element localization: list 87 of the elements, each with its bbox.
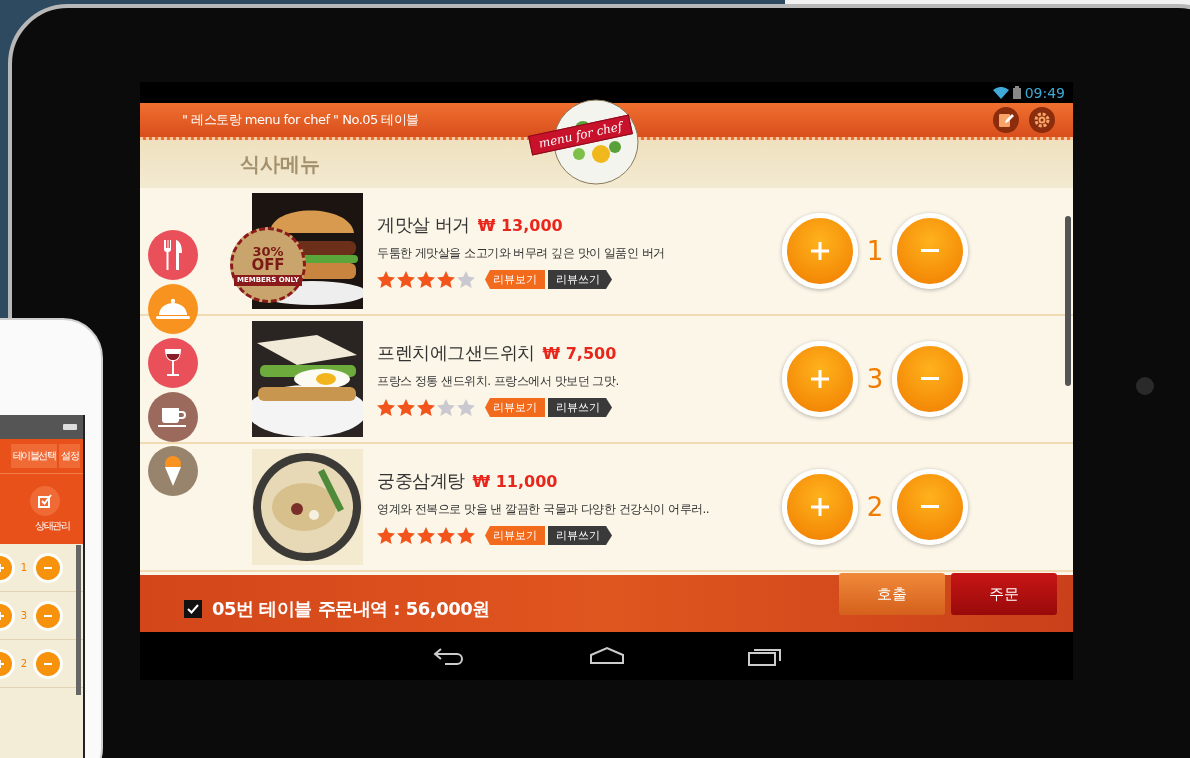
call-button[interactable]: 호출 <box>839 573 945 615</box>
camera-icon <box>1136 377 1154 395</box>
view-reviews-button[interactable]: 리뷰보기 <box>485 398 545 417</box>
write-review-button[interactable]: 리뷰쓰기 <box>548 270 612 289</box>
ice-cream-icon <box>163 456 183 486</box>
plus-icon <box>811 370 829 388</box>
star-icon <box>437 271 455 288</box>
phone-section-label: 상태관리 <box>35 518 69 533</box>
star-icon <box>457 271 475 288</box>
plus-icon <box>811 498 829 516</box>
header-title: " 레스토랑 menu for chef " No.05 테이블 <box>182 111 419 129</box>
minus-button[interactable] <box>33 600 63 631</box>
star-icon <box>397 399 415 416</box>
battery-icon <box>1012 86 1021 99</box>
minus-button[interactable] <box>892 213 968 289</box>
wine-glass-icon <box>164 348 182 378</box>
star-icon <box>417 527 435 544</box>
item-description: 두툼한 게맛살을 소고기와 버무려 깊은 맛이 일품인 버거 <box>377 245 666 262</box>
item-price: ₩ 13,000 <box>477 216 563 235</box>
edit-button[interactable] <box>993 107 1019 133</box>
quantity: 3 <box>865 364 885 394</box>
checkbox[interactable] <box>184 599 202 618</box>
battery-icon <box>63 424 77 430</box>
checkbox-icon <box>38 493 52 508</box>
settings-icon <box>1033 111 1051 129</box>
item-description: 영계와 전복으로 맛을 낸 깔끔한 국물과 다양한 건강식이 어루러.. <box>377 501 711 518</box>
item-price: ₩ 7,500 <box>542 344 617 363</box>
badge-text: OFF <box>251 257 285 273</box>
star-icon <box>397 527 415 544</box>
quantity: 1 <box>865 236 885 266</box>
scrollbar[interactable] <box>76 545 81 695</box>
order-summary: 05번 테이블 주문내역 : 56,000원 <box>212 596 490 621</box>
settings-button[interactable] <box>1029 107 1055 133</box>
section-title: 식사메뉴 <box>240 150 320 178</box>
plus-button[interactable] <box>782 469 858 545</box>
home-icon[interactable] <box>589 646 625 664</box>
write-review-button[interactable]: 리뷰쓰기 <box>548 398 612 417</box>
write-review-button[interactable]: 리뷰쓰기 <box>548 526 612 545</box>
plus-button[interactable] <box>782 213 858 289</box>
phone-tab[interactable]: 설정 <box>59 444 80 468</box>
star-icon <box>417 399 435 416</box>
minus-icon <box>921 249 939 253</box>
cloche-icon <box>156 298 190 320</box>
quantity: 2 <box>19 658 29 669</box>
scrollbar[interactable] <box>1065 216 1071 386</box>
star-icon <box>437 527 455 544</box>
badge-percent: 30% <box>252 244 284 258</box>
item-description: 프랑스 정통 샌드위치. 프랑스에서 맛보던 그맛. <box>377 373 620 390</box>
minus-icon <box>44 614 52 617</box>
plus-button[interactable] <box>782 341 858 417</box>
minus-button[interactable] <box>892 469 968 545</box>
category-button[interactable] <box>148 392 198 442</box>
item-price: ₩ 11,000 <box>472 472 558 491</box>
item-name: 궁중삼계탕 <box>377 469 465 493</box>
clock-time: 09:49 <box>1024 84 1065 101</box>
quantity: 2 <box>865 492 885 522</box>
minus-button[interactable] <box>33 552 63 583</box>
phone-tab[interactable]: 테이블선택 <box>10 444 57 468</box>
item-name: 게맛살 버거 <box>377 213 470 237</box>
minus-button[interactable] <box>892 341 968 417</box>
star-icon <box>377 399 395 416</box>
star-icon <box>457 527 475 544</box>
cup-icon <box>158 406 188 428</box>
minus-icon <box>44 566 52 569</box>
view-reviews-button[interactable]: 리뷰보기 <box>485 526 545 545</box>
wifi-icon <box>992 86 1009 99</box>
item-name: 프렌치에그샌드위치 <box>377 341 535 365</box>
quantity: 1 <box>19 562 29 573</box>
back-icon[interactable] <box>433 647 465 665</box>
star-icon <box>377 527 395 544</box>
minus-icon <box>921 377 939 381</box>
quantity: 3 <box>19 610 29 621</box>
order-button[interactable]: 주문 <box>951 573 1057 615</box>
star-icon <box>397 271 415 288</box>
minus-button[interactable] <box>33 648 63 679</box>
star-icon <box>437 399 455 416</box>
edit-icon <box>998 112 1014 128</box>
star-icon <box>377 271 395 288</box>
recent-apps-icon[interactable] <box>748 646 782 666</box>
minus-icon <box>921 505 939 509</box>
plus-icon <box>811 242 829 260</box>
minus-icon <box>44 662 52 665</box>
star-icon <box>457 399 475 416</box>
category-button[interactable] <box>148 338 198 388</box>
cutlery-icon <box>162 240 184 270</box>
star-icon <box>417 271 435 288</box>
view-reviews-button[interactable]: 리뷰보기 <box>485 270 545 289</box>
